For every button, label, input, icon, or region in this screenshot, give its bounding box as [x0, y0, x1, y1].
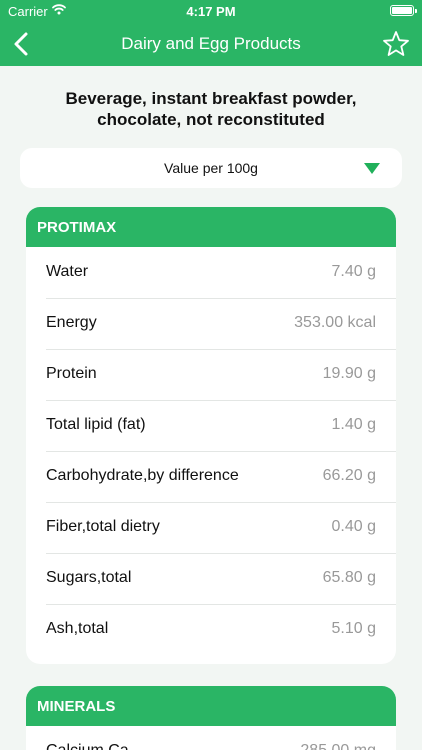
- app-header: Carrier 4:17 PM Dairy and Egg Products: [0, 0, 422, 66]
- status-bar: Carrier 4:17 PM: [0, 0, 422, 22]
- nutrient-name: Water: [46, 263, 89, 280]
- nutrient-value: 0.40 g: [331, 518, 376, 535]
- nutrient-value: 66.20 g: [322, 467, 376, 484]
- triangle-down-icon: [364, 163, 380, 174]
- food-name: Beverage, instant breakfast powder, choc…: [65, 89, 357, 129]
- nutrient-value: 1.40 g: [331, 416, 376, 433]
- nutrient-row: Carbohydrate,by difference 66.20 g: [26, 451, 396, 502]
- nutrient-value: 19.90 g: [322, 365, 376, 382]
- back-button[interactable]: [10, 30, 34, 58]
- protimax-card: PROTIMAX Water 7.40 g Energy 353.00 kcal…: [26, 207, 396, 664]
- nutrient-value: 353.00 kcal: [294, 314, 376, 331]
- nutrient-value: 285.00 mg: [300, 742, 376, 750]
- favorite-star-button[interactable]: [382, 30, 410, 58]
- nutrient-row: Total lipid (fat) 1.40 g: [26, 400, 396, 451]
- nutrient-row: Calcium,Ca 285.00 mg: [26, 726, 396, 750]
- nutrient-name: Total lipid (fat): [46, 416, 146, 433]
- nutrient-row: Energy 353.00 kcal: [26, 298, 396, 349]
- nutrient-row: Ash,total 5.10 g: [26, 604, 396, 655]
- battery-icon: [390, 5, 417, 16]
- nutrient-name: Protein: [46, 365, 97, 382]
- nutrient-value: 5.10 g: [331, 620, 376, 637]
- nutrient-name: Ash,total: [46, 620, 109, 637]
- serving-selector[interactable]: Value per 100g: [20, 148, 402, 188]
- nutrient-name: Calcium,Ca: [46, 742, 129, 750]
- nutrient-name: Fiber,total dietry: [46, 518, 160, 535]
- nutrient-name: Energy: [46, 314, 97, 331]
- clock: 4:17 PM: [186, 4, 236, 19]
- nutrient-row: Sugars,total 65.80 g: [26, 553, 396, 604]
- protimax-header: PROTIMAX: [26, 207, 396, 247]
- nutrient-name: Sugars,total: [46, 569, 132, 586]
- nutrient-value: 7.40 g: [331, 263, 376, 280]
- serving-selector-label: Value per 100g: [164, 160, 258, 176]
- nutrient-name: Carbohydrate,by difference: [46, 467, 239, 484]
- page-title: Dairy and Egg Products: [121, 34, 301, 53]
- minerals-header: MINERALS: [26, 686, 396, 726]
- nutrient-row: Fiber,total dietry 0.40 g: [26, 502, 396, 553]
- nutrient-row: Protein 19.90 g: [26, 349, 396, 400]
- nutrient-row: Water 7.40 g: [26, 247, 396, 298]
- minerals-card: MINERALS Calcium,Ca 285.00 mg: [26, 686, 396, 750]
- nutrient-value: 65.80 g: [322, 569, 376, 586]
